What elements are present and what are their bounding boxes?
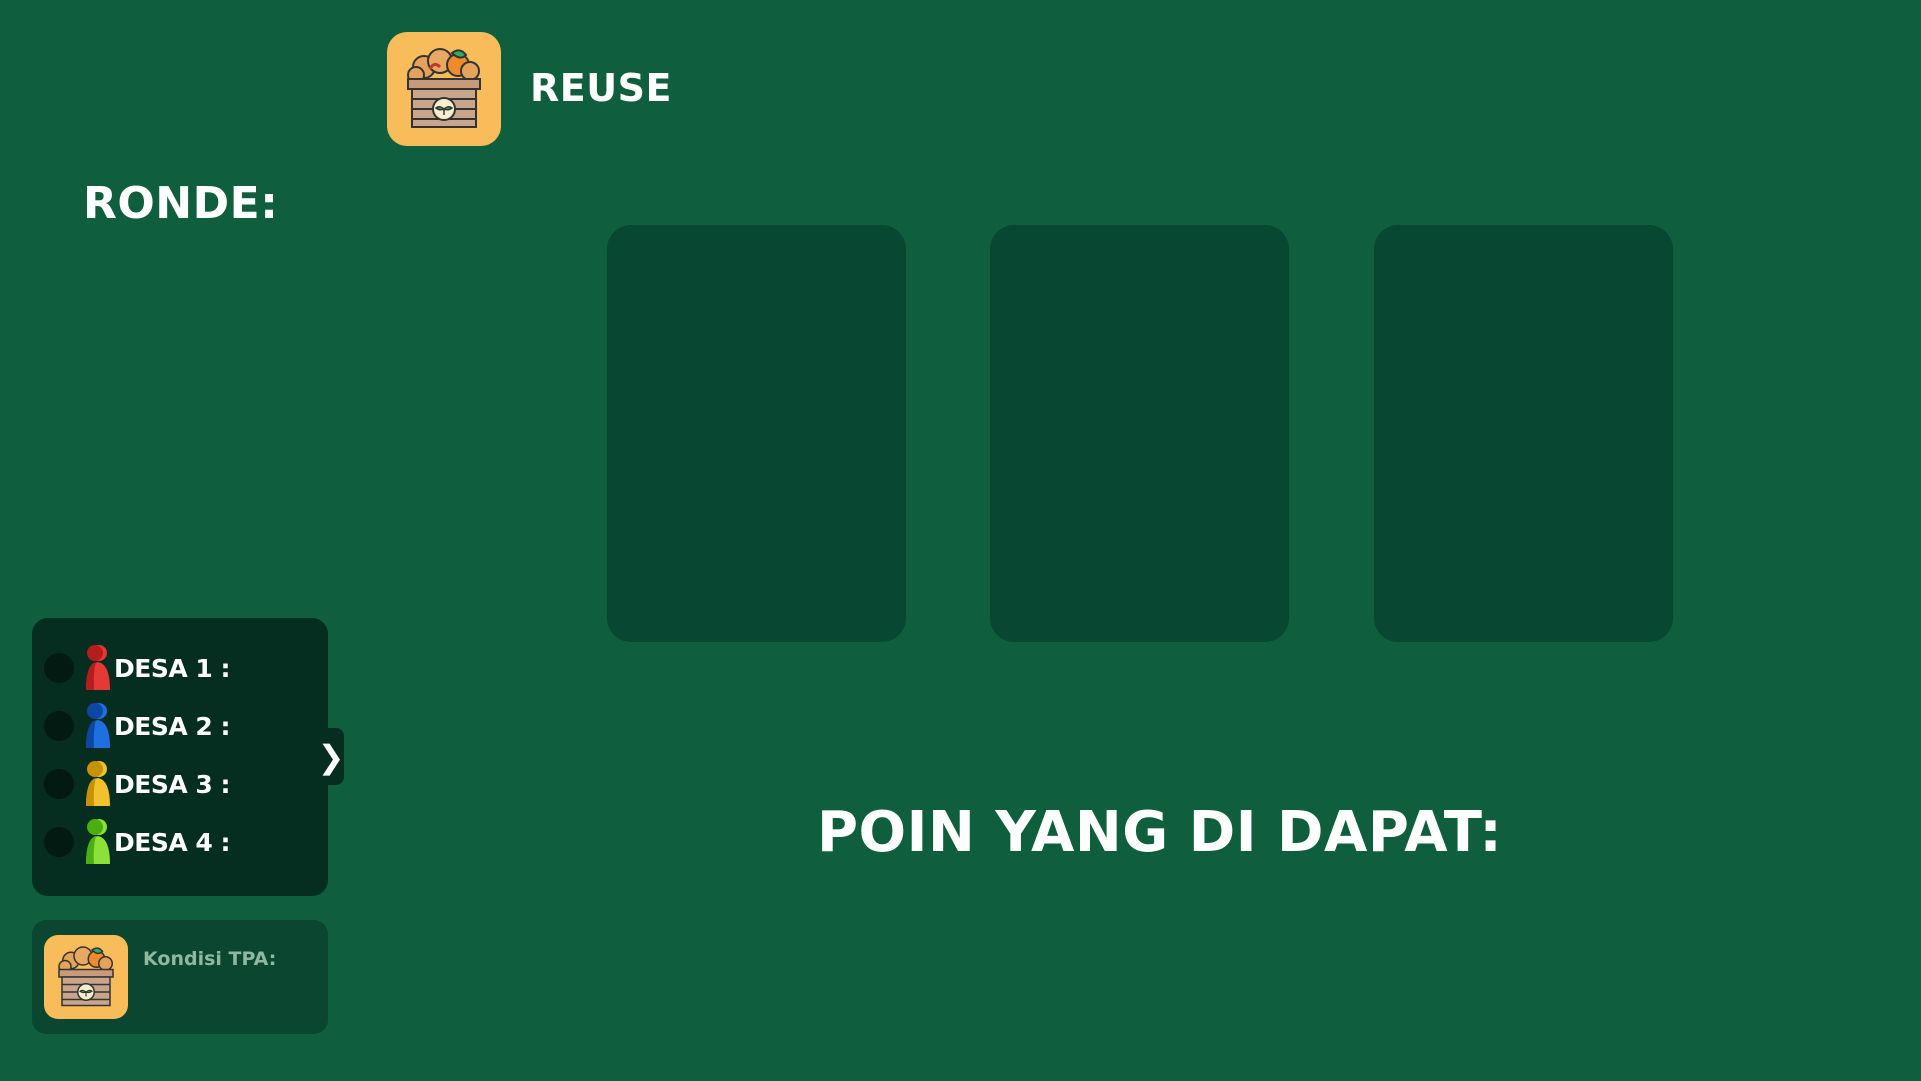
round-label: RONDE: (83, 178, 279, 229)
red-pawn-icon (86, 645, 110, 690)
compost-crate-icon (44, 935, 128, 1019)
page-title: REUSE (530, 66, 672, 110)
village-status-dot (44, 711, 74, 741)
village-row-2: DESA 2 : (44, 701, 230, 751)
village-panel: DESA 1 : DESA 2 : DESA 3 : DESA 4: (32, 618, 328, 896)
blue-pawn-icon (86, 703, 110, 748)
compost-crate-icon (387, 32, 501, 146)
village-status-dot (44, 827, 74, 857)
tpa-condition-label: Kondisi TPA: (143, 948, 277, 970)
village-label: DESA 3 : (114, 769, 230, 799)
village-row-3: DESA 3 : (44, 759, 230, 809)
yellow-pawn-icon (86, 761, 110, 806)
card-slot-1[interactable] (607, 225, 906, 642)
tpa-panel: Kondisi TPA: (32, 920, 328, 1034)
panel-collapse-button[interactable]: ❯ (318, 728, 344, 785)
village-label: DESA 1 : (114, 653, 230, 683)
points-label: POIN YANG DI DAPAT: (817, 800, 1503, 865)
village-label: DESA 2 : (114, 711, 230, 741)
game-board: REUSE RONDE: POIN YANG DI DAPAT: DESA 1 … (0, 0, 1921, 1081)
village-row-4: DESA 4 : (44, 817, 230, 867)
village-label: DESA 4 : (114, 827, 230, 857)
village-status-dot (44, 769, 74, 799)
village-status-dot (44, 653, 74, 683)
card-slot-2[interactable] (990, 225, 1289, 642)
green-pawn-icon (86, 819, 110, 864)
village-row-1: DESA 1 : (44, 643, 230, 693)
card-slot-3[interactable] (1374, 225, 1673, 642)
chevron-right-icon: ❯ (317, 737, 345, 776)
